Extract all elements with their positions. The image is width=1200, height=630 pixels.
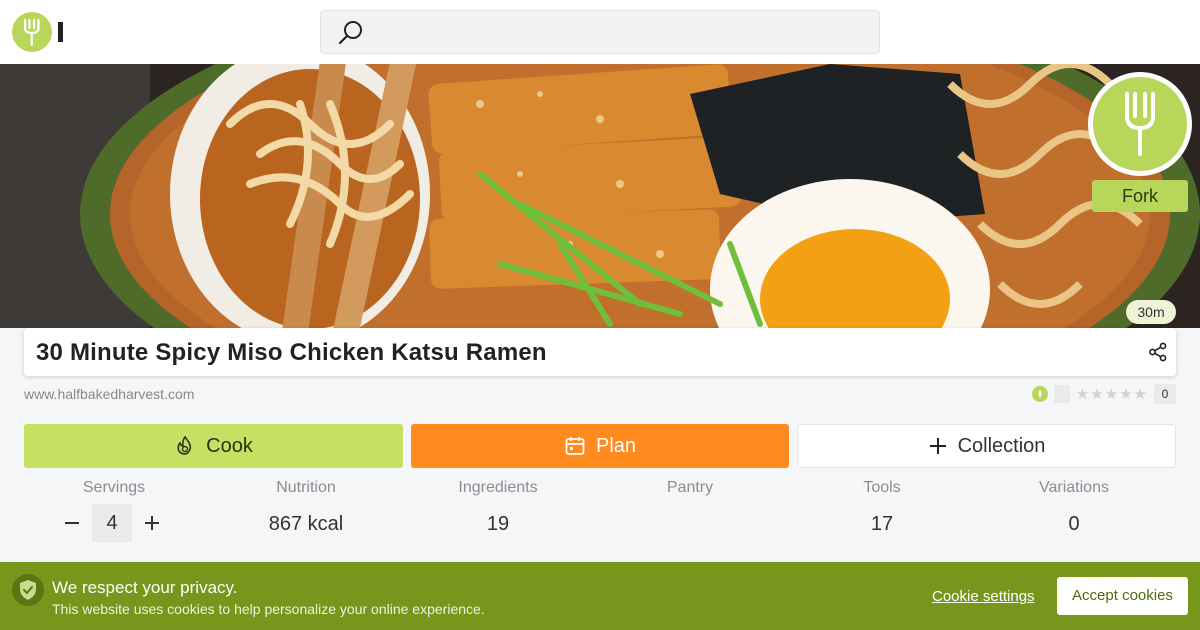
ingredients-value: 19 [486, 513, 510, 535]
variations-label: Variations [1039, 479, 1109, 496]
plus-icon [145, 516, 159, 530]
plan-button[interactable]: Plan [411, 424, 789, 468]
flame-icon [177, 435, 192, 455]
search-icon[interactable] [337, 19, 365, 47]
servings-stepper[interactable]: 4 [56, 504, 172, 542]
cookie-settings-link[interactable]: Cookie settings [932, 588, 1035, 605]
fork-logo-icon[interactable] [12, 12, 52, 52]
pantry-label: Pantry [666, 479, 714, 496]
variations-value: 0 [1068, 513, 1080, 535]
variations-stat[interactable]: Variations 0 [978, 478, 1170, 536]
logo-wordmark-bar [58, 22, 63, 42]
recipe-title: 30 Minute Spicy Miso Chicken Katsu Ramen [36, 339, 547, 366]
cookie-heading: We respect your privacy. [52, 578, 238, 597]
decrease-servings-button[interactable] [56, 504, 88, 542]
fork-icon [23, 18, 40, 46]
recipe-hero-image [0, 64, 1200, 328]
collection-button-label: Collection [957, 434, 1046, 457]
search-bar[interactable] [320, 10, 880, 54]
tools-stat[interactable]: Tools 17 [786, 478, 978, 536]
top-header [0, 0, 1200, 64]
share-icon[interactable] [1148, 342, 1168, 362]
nutrition-label: Nutrition [276, 479, 336, 496]
nutrition-value: 867 kcal [268, 513, 344, 535]
servings-stat: Servings [18, 478, 210, 498]
recipe-source-link[interactable]: www.halfbakedharvest.com [24, 386, 194, 402]
accept-cookies-button[interactable]: Accept cookies [1057, 577, 1188, 615]
rating-row: ★★★★★ 0 [1031, 384, 1176, 404]
servings-label: Servings [82, 479, 146, 496]
fork-icon [1125, 92, 1155, 156]
calendar-icon [565, 437, 585, 455]
plan-button-label: Plan [595, 434, 637, 457]
ingredients-stat[interactable]: Ingredients 19 [402, 478, 594, 536]
fork-label[interactable]: Fork [1092, 180, 1188, 212]
fork-avatar[interactable] [1088, 72, 1192, 176]
cook-button[interactable]: Cook [24, 424, 403, 468]
rating-placeholder [1053, 385, 1070, 403]
cookie-description: This website uses cookies to help person… [52, 601, 485, 617]
pantry-stat[interactable]: Pantry [594, 478, 786, 512]
nutrition-stat[interactable]: Nutrition 867 kcal [210, 478, 402, 536]
increase-servings-button[interactable] [136, 504, 168, 542]
leaf-icon [1031, 386, 1048, 402]
star-rating[interactable]: ★★★★★ [1076, 385, 1148, 403]
ramen-photo [0, 64, 1200, 328]
recipe-title-card: 30 Minute Spicy Miso Chicken Katsu Ramen [24, 328, 1176, 376]
plus-icon [929, 438, 946, 454]
rating-count: 0 [1154, 384, 1176, 404]
servings-value[interactable]: 4 [92, 504, 132, 542]
tools-label: Tools [863, 479, 901, 496]
cook-time-badge: 30m [1126, 300, 1176, 324]
cookie-banner: We respect your privacy. This website us… [0, 562, 1200, 630]
cook-button-label: Cook [206, 434, 253, 457]
tools-value: 17 [870, 513, 894, 535]
search-input[interactable] [381, 19, 861, 47]
minus-icon [65, 522, 79, 524]
shield-check-icon [12, 574, 44, 606]
collection-button[interactable]: Collection [797, 424, 1176, 468]
ingredients-label: Ingredients [458, 479, 538, 496]
